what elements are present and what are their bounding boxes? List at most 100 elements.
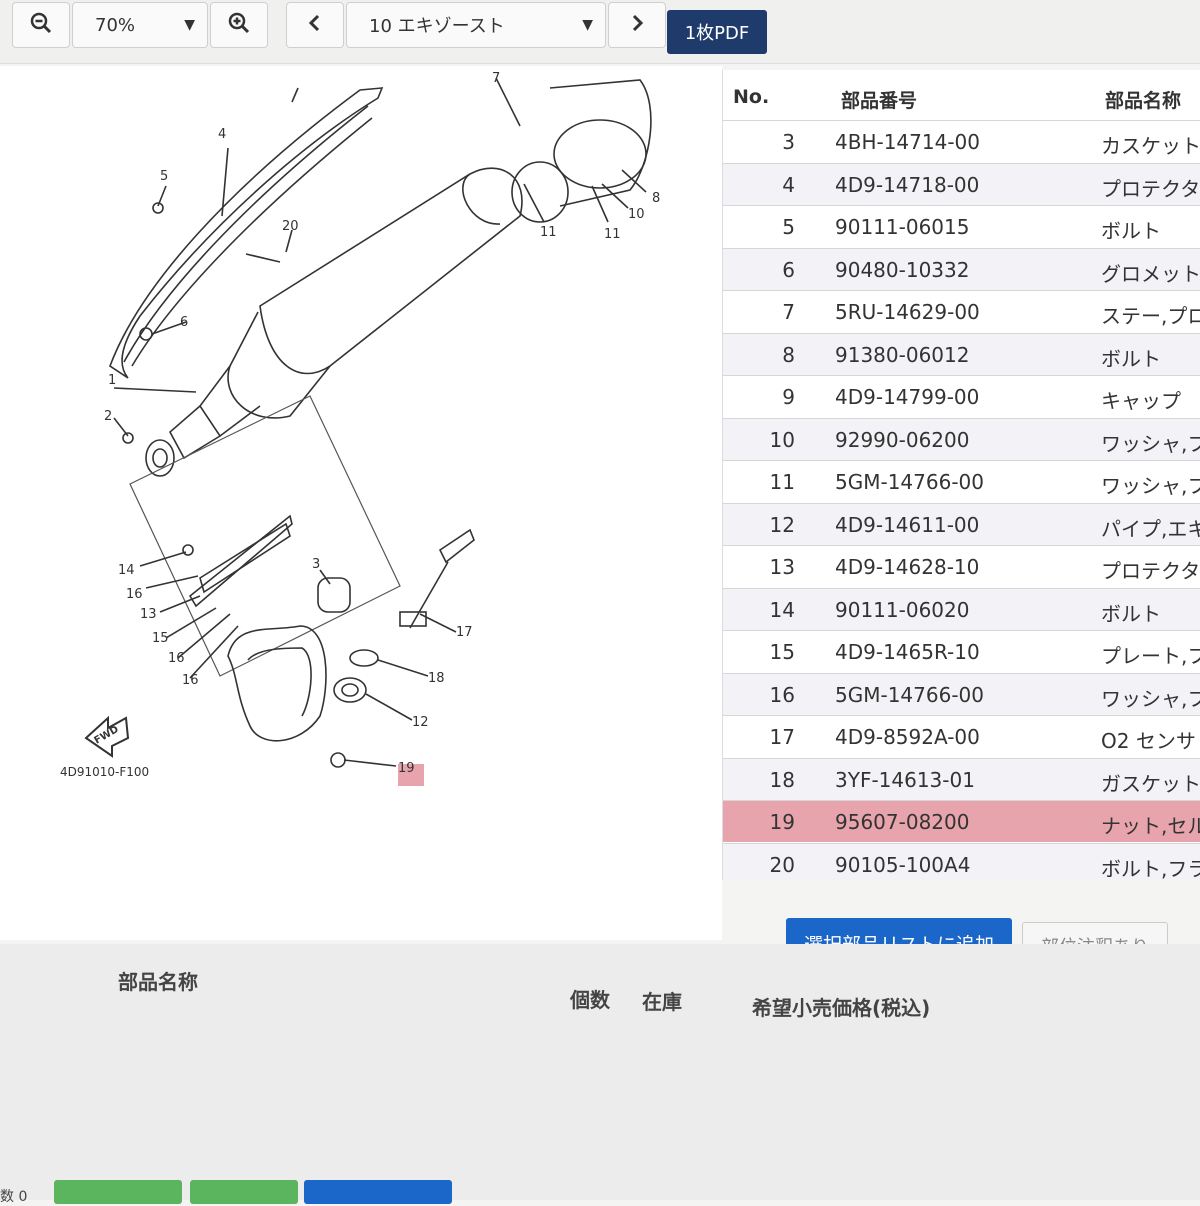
svg-text:3: 3 [312,557,320,572]
zoom-value: 70% [95,14,136,36]
row-no: 14 [769,597,795,622]
row-part-number: 90111-06015 [835,215,970,239]
table-row[interactable]: 6 90480-10332 グロメット [723,247,1200,290]
svg-text:15: 15 [152,631,169,646]
zoom-in-button[interactable] [210,2,268,48]
svg-text:14: 14 [118,563,135,578]
table-row[interactable]: 12 4D9-14611-00 パイプ,エキ [723,502,1200,545]
table-row[interactable]: 3 4BH-14714-00 カスケット [723,120,1200,162]
next-page-button[interactable] [608,2,666,48]
row-part-number: 95607-08200 [835,810,970,834]
row-part-number: 90105-100A4 [835,852,971,877]
row-part-name: ワッシャ,フ [1101,431,1200,456]
row-part-name: ボルト [1101,346,1161,371]
svg-text:5: 5 [160,169,168,184]
row-part-name: プロテクタ [1101,176,1200,201]
svg-text:4: 4 [218,127,226,142]
svg-text:12: 12 [412,715,429,730]
row-no: 10 [769,427,795,452]
row-no: 13 [769,555,795,579]
row-no: 9 [782,385,795,409]
row-no: 3 [782,130,795,154]
prev-page-button[interactable] [286,2,344,48]
svg-text:16: 16 [126,587,143,602]
table-row[interactable]: 7 5RU-14629-00 ステー,プロ [723,290,1200,332]
svg-text:18: 18 [428,671,445,686]
chevron-down-icon: ▼ [184,17,195,33]
count-label: 数 0 [0,1189,28,1205]
row-part-number: 3YF-14613-01 [835,767,975,792]
chevron-left-icon [307,13,323,38]
zoom-select[interactable]: 70% ▼ [72,2,208,48]
svg-text:16: 16 [168,651,185,666]
exhaust-diagram-illustration: 4 5 20 6 1 2 7 8 10 11 11 14 16 13 15 16… [60,71,660,786]
row-no: 15 [769,640,795,664]
row-part-number: 4BH-14714-00 [835,130,980,154]
chevron-right-icon [629,13,645,38]
row-part-number: 5RU-14629-00 [835,300,980,324]
row-part-name: パイプ,エキ [1101,516,1200,541]
row-part-number: 4D9-14611-00 [835,512,980,537]
table-row[interactable]: 10 92990-06200 ワッシャ,フ [723,417,1200,460]
table-row[interactable]: 19 95607-08200 ナット,セル [723,800,1200,842]
svg-text:10: 10 [628,207,645,222]
bottom-action-button-3[interactable] [304,1180,452,1204]
parts-table: No. 部品番号 部品名称 3 4BH-14714-00 カスケット 4 4D9-147… [722,70,1200,880]
table-row[interactable]: 17 4D9-8592A-00 O2 センサ [723,715,1200,757]
row-part-number: 5GM-14766-00 [835,470,984,494]
table-row[interactable]: 4 4D9-14718-00 プロテクタ [723,162,1200,205]
table-row[interactable]: 14 90111-06020 ボルト [723,587,1200,630]
row-part-name: カスケット [1101,134,1200,158]
row-no: 8 [782,342,795,367]
row-part-number: 4D9-1465R-10 [835,640,980,664]
table-row[interactable]: 13 4D9-14628-10 プロテクタ [723,545,1200,587]
row-part-name: ワッシャ,フ [1101,686,1200,711]
single-pdf-button[interactable]: 1枚PDF [667,10,767,54]
row-no: 7 [782,300,795,324]
toolbar: 70% ▼ 10 エキゾースト ▼ 1枚PDF [0,0,1200,64]
row-part-name: ガスケット [1101,771,1200,796]
table-row[interactable]: 16 5GM-14766-00 ワッシャ,フ [723,672,1200,715]
svg-text:11: 11 [540,225,557,240]
row-part-number: 4D9-8592A-00 [835,725,980,749]
row-part-name: ステー,プロ [1101,304,1200,328]
svg-text:20: 20 [282,219,299,234]
page-select[interactable]: 10 エキゾースト ▼ [346,2,606,48]
table-row[interactable]: 15 4D9-1465R-10 プレート,フ [723,630,1200,672]
page-select-value: 10 エキゾースト [369,16,505,37]
bottom-action-button-2[interactable] [190,1180,298,1204]
selected-parts-list: 部品名称 個数 在庫 希望小売価格(税込) [0,944,1200,1200]
row-no: 12 [769,512,795,537]
row-part-number: 4D9-14799-00 [835,385,980,409]
row-part-name: ナット,セル [1101,814,1200,838]
row-part-name: O2 センサ [1101,729,1196,753]
svg-text:17: 17 [456,625,473,640]
row-no: 17 [769,725,795,749]
column-header-part-number: 部品番号 [841,90,918,112]
table-row[interactable]: 8 91380-06012 ボルト [723,332,1200,375]
row-part-name: プレート,フ [1101,644,1200,668]
column-header-stock: 在庫 [642,990,682,1014]
row-part-name: キャップ [1101,389,1181,413]
column-header-qty: 個数 [570,988,610,1012]
svg-text:2: 2 [104,409,112,424]
table-row[interactable]: 5 90111-06015 ボルト [723,205,1200,247]
bottom-action-button-1[interactable] [54,1180,182,1204]
svg-text:1: 1 [108,373,116,388]
row-part-number: 92990-06200 [835,427,970,452]
row-no: 18 [769,767,795,792]
zoom-out-button[interactable] [12,2,70,48]
svg-text:11: 11 [604,227,621,242]
row-part-number: 90111-06020 [835,597,970,622]
row-part-name: ワッシャ,フ [1101,474,1200,498]
row-part-name: ボルト [1101,219,1161,243]
table-row[interactable]: 18 3YF-14613-01 ガスケット [723,757,1200,800]
svg-text:6: 6 [180,315,188,330]
zoom-out-icon [29,11,53,40]
table-row[interactable]: 9 4D9-14799-00 キャップ [723,375,1200,417]
row-part-number: 4D9-14628-10 [835,555,980,579]
table-row[interactable]: 11 5GM-14766-00 ワッシャ,フ [723,460,1200,502]
svg-text:8: 8 [652,191,660,206]
table-row[interactable]: 20 90105-100A4 ボルト,フラ [723,842,1200,880]
chevron-down-icon: ▼ [582,17,593,33]
